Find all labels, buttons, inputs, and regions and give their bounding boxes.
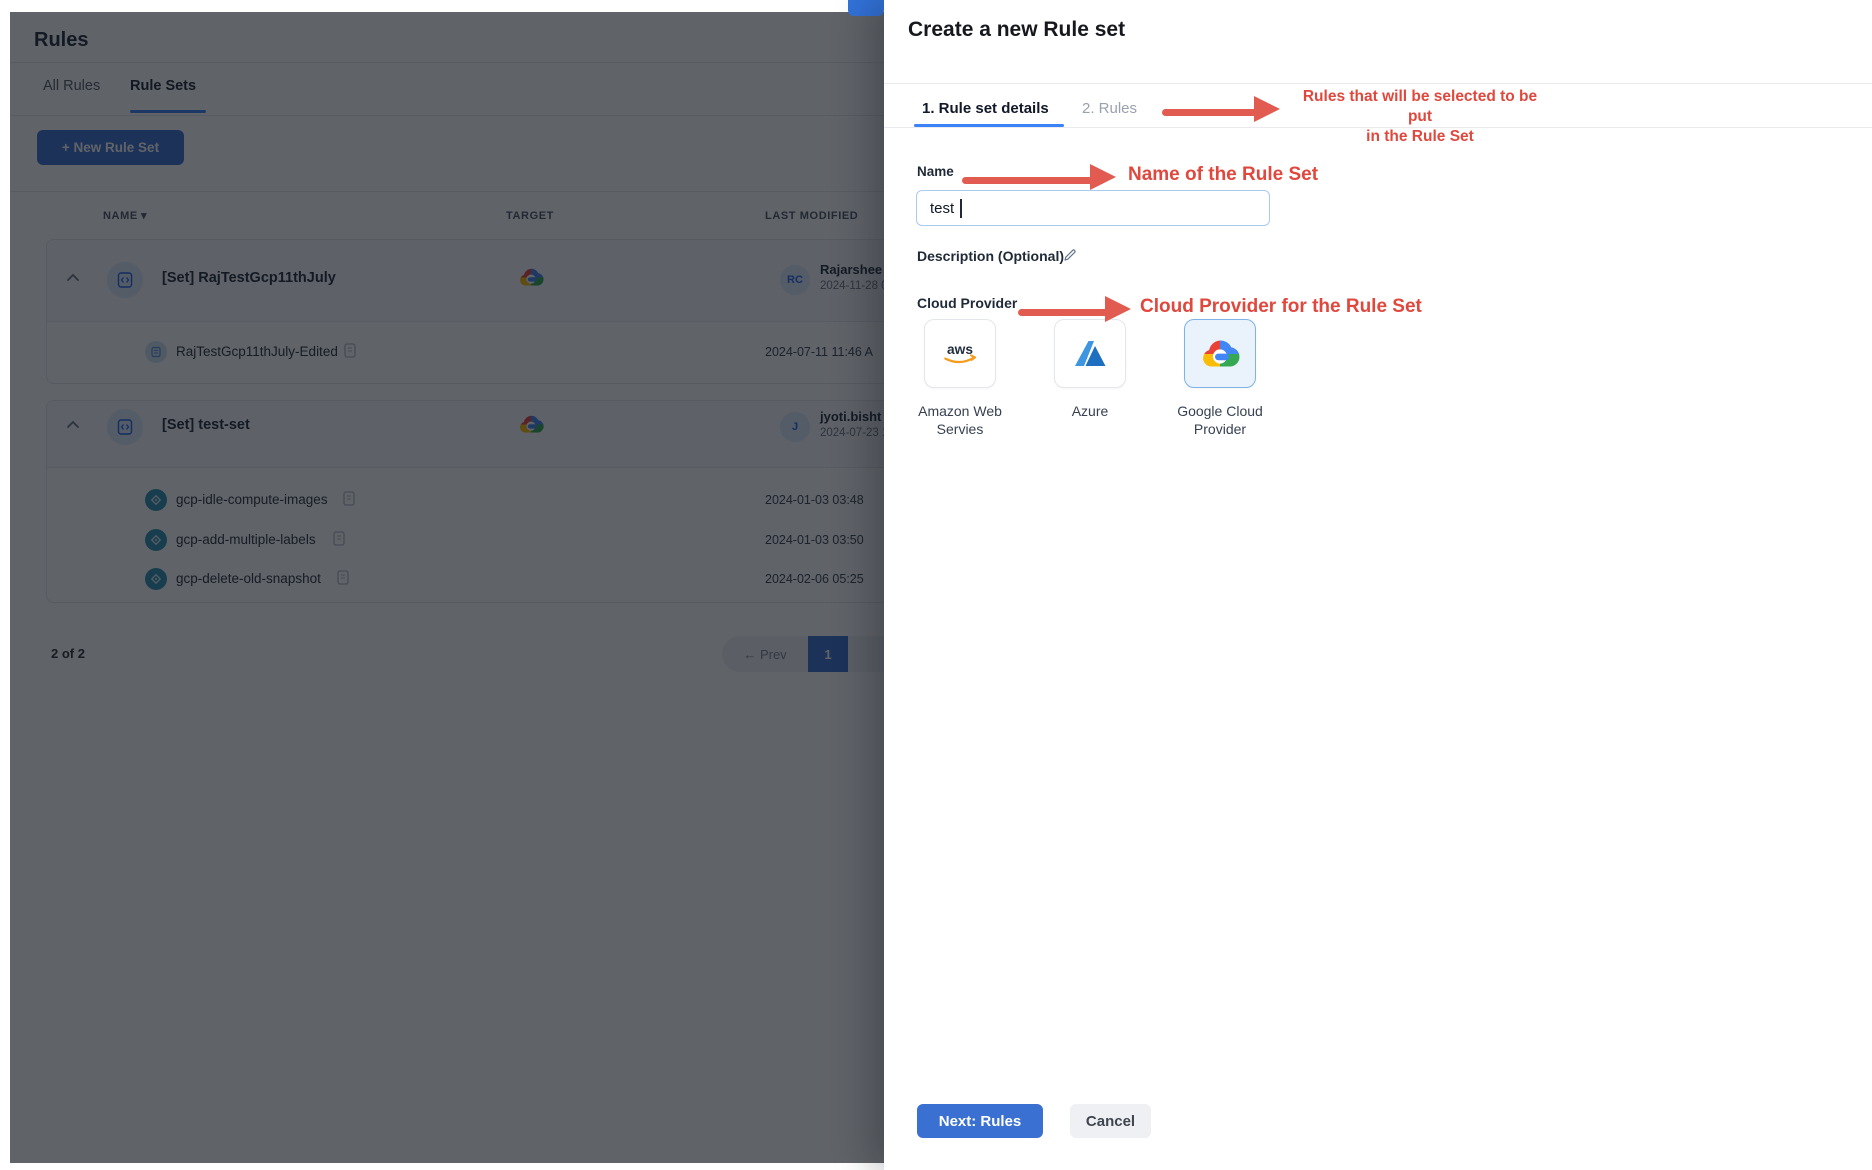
rules-note-text: Rules that will be selected to be put in…	[1290, 87, 1550, 147]
name-label: Name	[917, 164, 954, 179]
panel-header-divider	[884, 83, 1872, 84]
name-note-arrow	[962, 164, 1116, 190]
rules-note-line2: in the Rule Set	[1366, 128, 1474, 145]
modal-dim-overlay[interactable]	[10, 12, 884, 1163]
provider-card-aws[interactable]: aws	[924, 319, 996, 388]
svg-text:aws: aws	[947, 342, 973, 357]
rules-note-arrow	[1162, 96, 1280, 122]
azure-logo-icon	[1075, 340, 1106, 366]
name-input-wrap	[916, 190, 1270, 226]
provider-label-azure: Azure	[1071, 403, 1109, 419]
panel-title: Create a new Rule set	[908, 18, 1126, 41]
next-rules-button[interactable]: Next: Rules	[917, 1104, 1043, 1138]
provider-note-text: Cloud Provider for the Rule Set	[1140, 296, 1422, 317]
partially-hidden-blue-button[interactable]	[848, 0, 884, 16]
cancel-button[interactable]: Cancel	[1070, 1104, 1151, 1138]
google-cloud-logo-icon	[1203, 340, 1240, 366]
active-step-underline	[914, 124, 1064, 127]
step-rule-set-details[interactable]: 1. Rule set details	[922, 100, 1049, 117]
cloud-provider-label: Cloud Provider	[917, 295, 1018, 311]
step-rules[interactable]: 2. Rules	[1082, 100, 1137, 117]
provider-card-google-cloud[interactable]	[1184, 319, 1256, 388]
name-input[interactable]	[916, 190, 1270, 226]
description-label: Description (Optional)	[917, 248, 1064, 264]
rules-note-line1: Rules that will be selected to be put	[1302, 88, 1538, 125]
edit-pencil-icon[interactable]	[1062, 247, 1078, 268]
provider-card-azure[interactable]	[1054, 319, 1126, 388]
name-note-text: Name of the Rule Set	[1128, 164, 1319, 185]
provider-label-google-cloud: Google Cloud Provider	[1177, 403, 1263, 438]
provider-label-aws: Amazon Web Servies	[918, 403, 1002, 438]
aws-logo-icon: aws	[944, 342, 977, 363]
provider-note-arrow	[1018, 296, 1131, 322]
text-caret	[960, 199, 962, 218]
